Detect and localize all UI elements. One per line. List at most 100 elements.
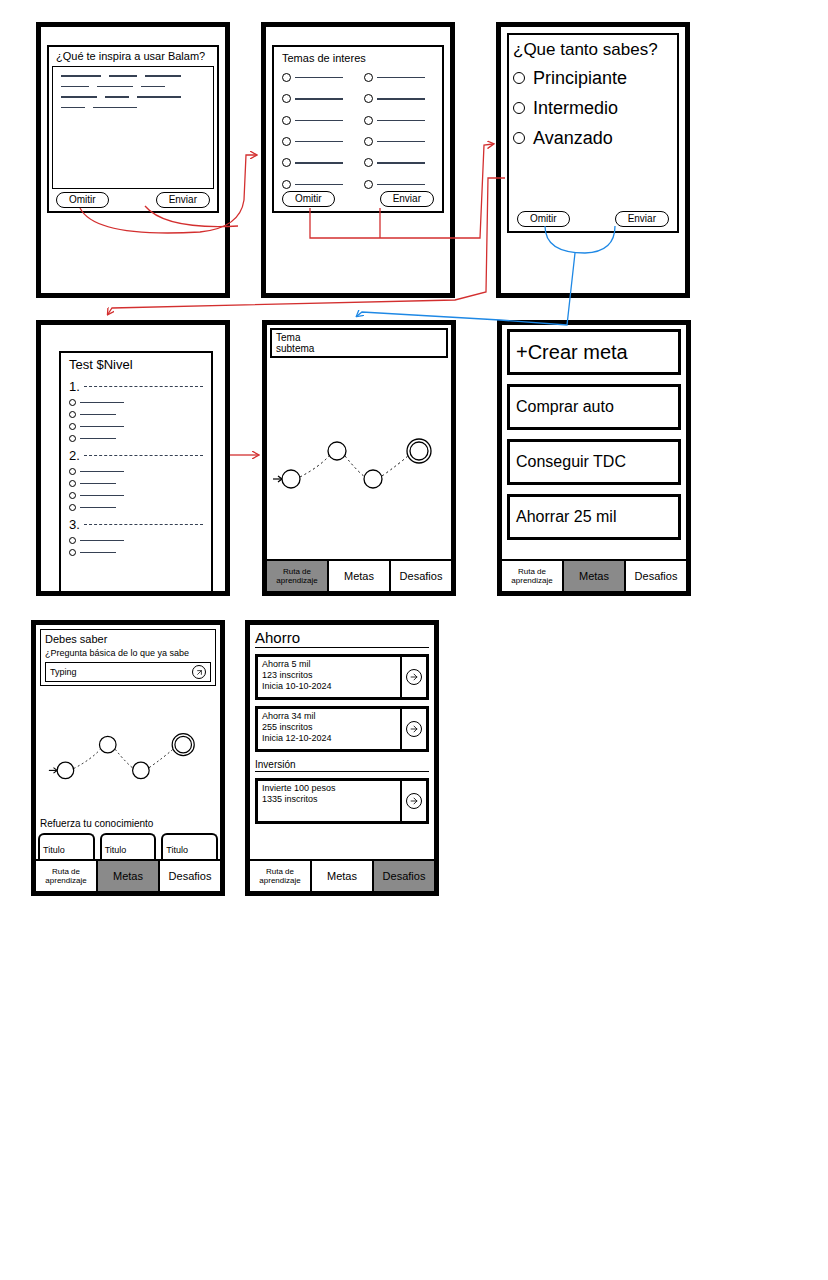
topic-option[interactable] xyxy=(364,156,434,169)
radio-button[interactable] xyxy=(282,116,291,125)
radio-button[interactable] xyxy=(69,411,76,418)
radio-button[interactable] xyxy=(513,72,525,84)
radio-button[interactable] xyxy=(282,137,291,146)
radio-button[interactable] xyxy=(282,94,291,103)
answer-option[interactable] xyxy=(69,411,203,418)
reinforce-card[interactable]: Titulo xyxy=(38,833,95,859)
level-option[interactable]: Avanzado xyxy=(513,127,673,149)
tab[interactable]: Ruta de aprendizaje xyxy=(502,561,564,591)
phone-screen: AhorroAhorra 5 mil123 inscritosInicia 10… xyxy=(245,620,439,896)
topic-option[interactable] xyxy=(364,178,434,191)
tab[interactable]: Ruta de aprendizaje xyxy=(250,861,312,891)
wireframe-canvas: ¿Qué te inspira a usar Balam?OmitirEnvia… xyxy=(0,0,828,1280)
arrow-right-icon[interactable] xyxy=(406,669,422,685)
reinforce-card[interactable]: Titulo xyxy=(100,833,157,859)
tab[interactable]: Ruta de aprendizaje xyxy=(36,861,98,891)
radio-button[interactable] xyxy=(69,537,76,544)
tab[interactable]: Metas xyxy=(98,861,160,891)
radio-button[interactable] xyxy=(513,132,525,144)
answer-option[interactable] xyxy=(69,492,203,499)
radio-button[interactable] xyxy=(69,492,76,499)
answer-option[interactable] xyxy=(69,537,203,544)
topic-option[interactable] xyxy=(282,178,352,191)
arrow-right-icon[interactable] xyxy=(406,721,422,737)
radio-button[interactable] xyxy=(69,399,76,406)
radio-button[interactable] xyxy=(364,137,373,146)
topic-option[interactable] xyxy=(364,92,434,105)
topic-option[interactable] xyxy=(282,156,352,169)
goal-card[interactable]: Comprar auto xyxy=(507,384,681,430)
tab[interactable]: Metas xyxy=(312,861,374,891)
path-node[interactable] xyxy=(99,736,116,753)
radio-button[interactable] xyxy=(364,158,373,167)
tab[interactable]: Metas xyxy=(329,561,391,591)
radio-button[interactable] xyxy=(513,102,525,114)
radio-button[interactable] xyxy=(282,158,291,167)
answer-option[interactable] xyxy=(69,480,203,487)
send-icon[interactable] xyxy=(192,665,206,679)
radio-button[interactable] xyxy=(364,180,373,189)
reinforce-card[interactable]: Titulo xyxy=(161,833,218,859)
answer-option[interactable] xyxy=(69,399,203,406)
tab[interactable]: Desafios xyxy=(374,861,434,891)
radio-button[interactable] xyxy=(69,468,76,475)
level-option[interactable]: Principiante xyxy=(513,67,673,89)
topic-option[interactable] xyxy=(364,114,434,127)
challenge-card[interactable]: Invierte 100 pesos1335 inscritos xyxy=(255,778,429,824)
radio-button[interactable] xyxy=(282,73,291,82)
radio-button[interactable] xyxy=(69,549,76,556)
tab[interactable]: Desafios xyxy=(391,561,451,591)
topic-option[interactable] xyxy=(282,114,352,127)
submit-button[interactable]: Enviar xyxy=(615,211,669,227)
topic-option[interactable] xyxy=(364,71,434,84)
tab[interactable]: Metas xyxy=(564,561,626,591)
challenge-card[interactable]: Ahorra 5 mil123 inscritosInicia 10-10-20… xyxy=(255,654,429,700)
topic-option[interactable] xyxy=(282,71,352,84)
submit-button[interactable]: Enviar xyxy=(380,191,434,207)
path-node[interactable] xyxy=(133,762,150,779)
skip-button[interactable]: Omitir xyxy=(56,192,109,208)
tab[interactable]: Desafios xyxy=(160,861,220,891)
radio-button[interactable] xyxy=(69,504,76,511)
text-area[interactable] xyxy=(52,66,214,189)
radio-button[interactable] xyxy=(364,73,373,82)
skip-button[interactable]: Omitir xyxy=(517,211,570,227)
radio-button[interactable] xyxy=(69,435,76,442)
submit-button[interactable]: Enviar xyxy=(156,192,210,208)
radio-button[interactable] xyxy=(69,480,76,487)
arrow-right-icon[interactable] xyxy=(406,793,422,809)
answer-option[interactable] xyxy=(69,468,203,475)
topic-option[interactable] xyxy=(364,135,434,148)
phone-screen: Test $Nivel1.2.3. xyxy=(36,320,230,596)
skip-button[interactable]: Omitir xyxy=(282,191,335,207)
path-node[interactable] xyxy=(282,470,300,488)
radio-button[interactable] xyxy=(364,116,373,125)
radio-button[interactable] xyxy=(364,94,373,103)
topic-option[interactable] xyxy=(282,92,352,105)
answer-option[interactable] xyxy=(69,504,203,511)
goal-card[interactable]: Conseguir TDC xyxy=(507,439,681,485)
answer-option[interactable] xyxy=(69,423,203,430)
path-node[interactable] xyxy=(172,734,194,756)
level-option[interactable]: Intermedio xyxy=(513,97,673,119)
topic-option[interactable] xyxy=(282,135,352,148)
button-row: Omitir Enviar xyxy=(52,192,214,208)
create-goal-button[interactable]: +Crear meta xyxy=(507,329,681,375)
radio-button[interactable] xyxy=(69,423,76,430)
path-node[interactable] xyxy=(407,439,431,463)
placeholder-line xyxy=(295,141,343,143)
tab[interactable]: Ruta de aprendizaje xyxy=(267,561,329,591)
answer-option[interactable] xyxy=(69,549,203,556)
goal-card[interactable]: Ahorrar 25 mil xyxy=(507,494,681,540)
answer-input[interactable]: Typing xyxy=(45,662,211,682)
connector-line xyxy=(379,208,380,238)
path-node[interactable] xyxy=(364,470,382,488)
challenge-card[interactable]: Ahorra 34 mil255 inscritosInicia 12-10-2… xyxy=(255,706,429,752)
path-node[interactable] xyxy=(328,442,346,460)
radio-button[interactable] xyxy=(282,180,291,189)
path-node[interactable] xyxy=(57,762,74,779)
tab[interactable]: Desafios xyxy=(626,561,686,591)
reinforce-title: Refuerza tu conocimiento xyxy=(36,818,220,830)
placeholder-line xyxy=(80,552,116,554)
answer-option[interactable] xyxy=(69,435,203,442)
